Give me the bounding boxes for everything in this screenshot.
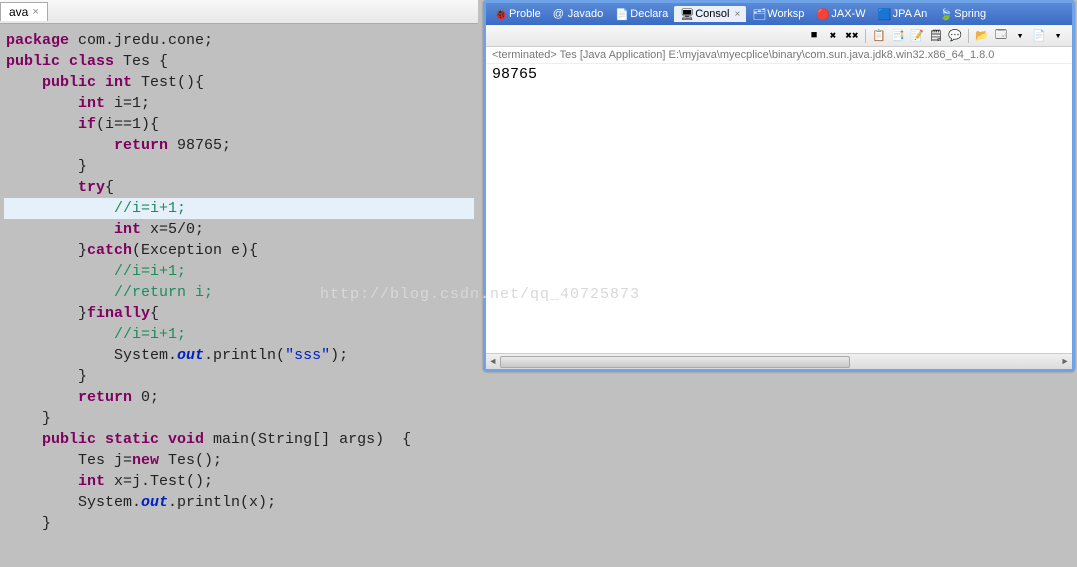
code-line[interactable]: }: [4, 156, 474, 177]
view-tab-consol[interactable]: 🖥Consol ×: [674, 6, 746, 22]
toolbar-button[interactable]: 🗒: [928, 28, 944, 44]
jpa an-icon: 🟦: [878, 8, 890, 20]
view-tab-jpa an[interactable]: 🟦JPA An: [872, 6, 934, 22]
consol-icon: 🖥: [680, 8, 692, 20]
code-area[interactable]: package com.jredu.cone;public class Tes …: [0, 24, 478, 540]
view-tab-label: Proble: [509, 8, 541, 20]
code-line[interactable]: Tes j=new Tes();: [4, 450, 474, 471]
view-tab-declara[interactable]: 📄Declara: [609, 6, 674, 22]
code-line[interactable]: System.out.println(x);: [4, 492, 474, 513]
code-line[interactable]: }finally{: [4, 303, 474, 324]
code-line[interactable]: package com.jredu.cone;: [4, 30, 474, 51]
output-text: 98765: [492, 66, 537, 83]
code-editor-pane: ava × package com.jredu.cone;public clas…: [0, 0, 478, 567]
console-panel: 🐞Proble@Javado📄Declara🖥Consol×🗂Worksp🔴JA…: [483, 0, 1075, 372]
view-tab-worksp[interactable]: 🗂Worksp: [746, 6, 810, 22]
code-line[interactable]: public int Test(){: [4, 72, 474, 93]
scroll-right-icon[interactable]: ►: [1058, 354, 1072, 370]
toolbar-button[interactable]: ✖: [825, 28, 841, 44]
javado-icon: @: [553, 8, 565, 20]
code-line[interactable]: return 0;: [4, 387, 474, 408]
toolbar-button[interactable]: ▾: [1012, 28, 1028, 44]
scroll-thumb[interactable]: [500, 356, 850, 368]
toolbar-button[interactable]: ✖✖: [844, 28, 860, 44]
view-tab-label: Consol: [695, 8, 729, 20]
terminated-status: <terminated> Tes [Java Application] E:\m…: [486, 47, 1072, 64]
view-tab-proble[interactable]: 🐞Proble: [488, 6, 547, 22]
code-line[interactable]: if(i==1){: [4, 114, 474, 135]
view-tab-javado[interactable]: @Javado: [547, 6, 609, 22]
toolbar-button[interactable]: 🗔: [993, 28, 1009, 44]
view-tab-bar: 🐞Proble@Javado📄Declara🖥Consol×🗂Worksp🔴JA…: [486, 3, 1072, 25]
editor-tab-bar: ava ×: [0, 0, 478, 24]
scroll-left-icon[interactable]: ◄: [486, 354, 500, 370]
view-tab-label: JAX-W: [831, 8, 865, 20]
proble-icon: 🐞: [494, 8, 506, 20]
code-line[interactable]: //i=i+1;: [4, 324, 474, 345]
toolbar-button[interactable]: 📝: [909, 28, 925, 44]
spring-icon: 🍃: [939, 8, 951, 20]
view-tab-label: Worksp: [767, 8, 804, 20]
toolbar-button[interactable]: ■: [806, 28, 822, 44]
view-tab-spring[interactable]: 🍃Spring: [933, 6, 992, 22]
editor-tab[interactable]: ava ×: [0, 2, 48, 21]
horizontal-scrollbar[interactable]: ◄ ►: [486, 353, 1072, 369]
toolbar-separator: [865, 29, 866, 43]
code-line[interactable]: //return i;: [4, 282, 474, 303]
code-line[interactable]: }catch(Exception e){: [4, 240, 474, 261]
code-line[interactable]: }: [4, 408, 474, 429]
code-line[interactable]: try{: [4, 177, 474, 198]
view-tab-label: Spring: [954, 8, 986, 20]
close-icon[interactable]: ×: [32, 6, 38, 18]
code-line[interactable]: public static void main(String[] args) {: [4, 429, 474, 450]
toolbar-button[interactable]: 💬: [947, 28, 963, 44]
jax-w-icon: 🔴: [816, 8, 828, 20]
view-tab-jax-w[interactable]: 🔴JAX-W: [810, 6, 871, 22]
toolbar-button[interactable]: ▾: [1050, 28, 1066, 44]
toolbar-button[interactable]: 📋: [871, 28, 887, 44]
worksp-icon: 🗂: [752, 8, 764, 20]
code-line[interactable]: return 98765;: [4, 135, 474, 156]
code-line[interactable]: //i=i+1;: [4, 261, 474, 282]
toolbar-separator: [968, 29, 969, 43]
code-line[interactable]: System.out.println("sss");: [4, 345, 474, 366]
toolbar-button[interactable]: 📂: [974, 28, 990, 44]
code-line[interactable]: //i=i+1;: [4, 198, 474, 219]
code-line[interactable]: }: [4, 366, 474, 387]
code-line[interactable]: int x=5/0;: [4, 219, 474, 240]
toolbar-button[interactable]: 📄: [1031, 28, 1047, 44]
view-tab-label: Javado: [568, 8, 603, 20]
console-output[interactable]: 98765: [486, 64, 1072, 353]
code-line[interactable]: public class Tes {: [4, 51, 474, 72]
close-icon[interactable]: ×: [734, 9, 740, 20]
view-tab-label: JPA An: [893, 8, 928, 20]
console-toolbar: ■✖✖✖📋📑📝🗒💬📂🗔▾📄▾: [486, 25, 1072, 47]
declara-icon: 📄: [615, 8, 627, 20]
toolbar-button[interactable]: 📑: [890, 28, 906, 44]
view-tab-label: Declara: [630, 8, 668, 20]
code-line[interactable]: int i=1;: [4, 93, 474, 114]
code-line[interactable]: int x=j.Test();: [4, 471, 474, 492]
editor-tab-label: ava: [9, 5, 28, 19]
code-line[interactable]: }: [4, 513, 474, 534]
